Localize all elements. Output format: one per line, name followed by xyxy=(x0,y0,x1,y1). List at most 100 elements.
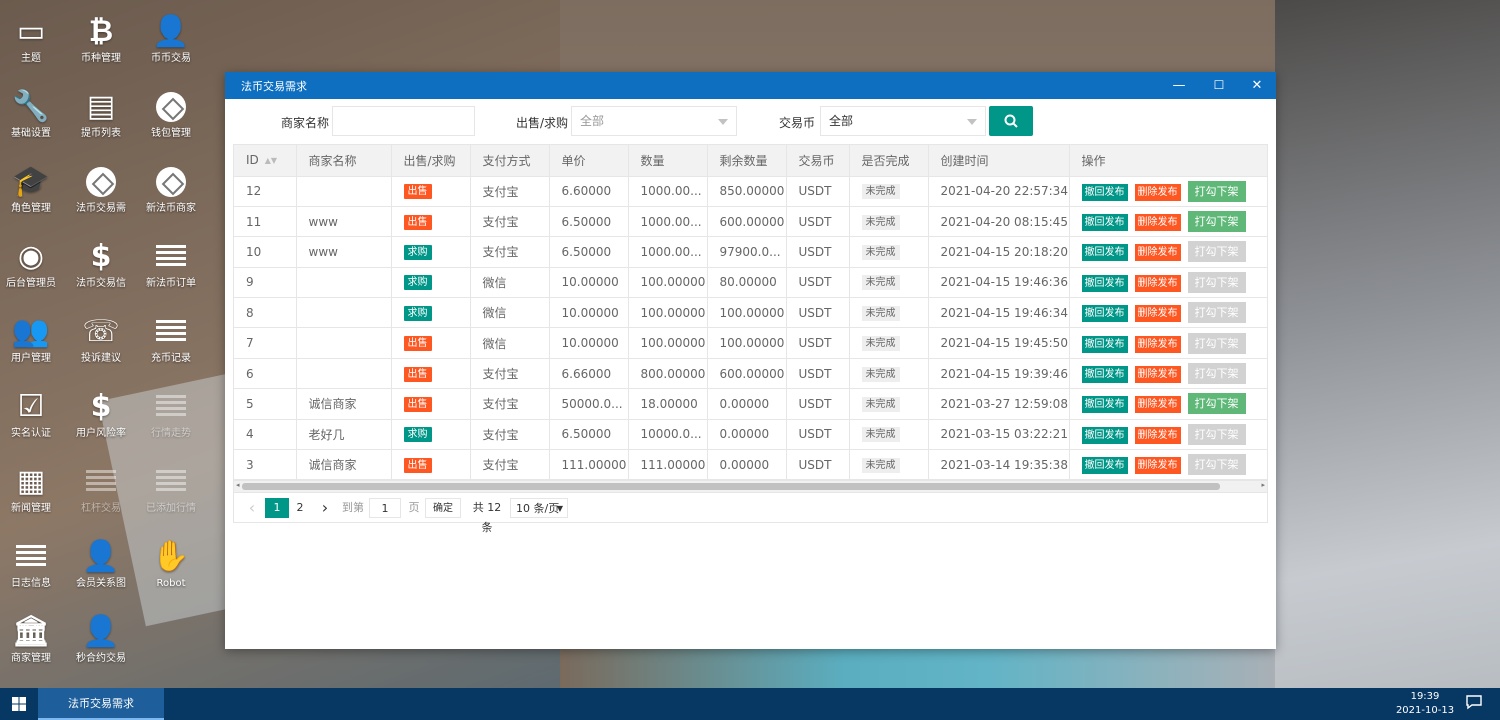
delete-button[interactable]: 删除发布 xyxy=(1134,305,1181,323)
withdraw-button[interactable]: 撤回发布 xyxy=(1081,183,1128,201)
table-cell-remain: 100.00000 xyxy=(707,327,787,359)
withdraw-button[interactable]: 撤回发布 xyxy=(1081,214,1128,232)
toggle-offline-button[interactable]: 打勾下架 xyxy=(1187,180,1246,202)
desktop-icon[interactable]: $ 法币交易信 xyxy=(66,237,136,291)
withdraw-button[interactable]: 撤回发布 xyxy=(1081,366,1128,384)
search-button[interactable] xyxy=(989,106,1033,136)
table-row: 9 求购 微信 10.00000 100.00000 80.00000 USDT 未完成 202… xyxy=(234,267,1267,299)
withdraw-button[interactable]: 撤回发布 xyxy=(1081,244,1128,262)
merchant-input[interactable] xyxy=(332,106,475,136)
cell-text: 2021-04-20 22:57:34 xyxy=(940,184,1068,199)
desktop-icon[interactable]: 👤 币币交易 xyxy=(136,12,206,66)
column-header[interactable]: ID ▲▼ xyxy=(234,145,297,177)
desktop-icon[interactable]: $ 用户风险率 xyxy=(66,387,136,441)
desktop-icon[interactable]: 日志信息 xyxy=(0,537,66,591)
toggle-offline-button[interactable]: 打勾下架 xyxy=(1187,363,1246,385)
withdraw-button[interactable]: 撤回发布 xyxy=(1081,426,1128,444)
desktop-icon-label: 法币交易信 xyxy=(76,278,126,289)
desktop-icon[interactable]: ▭ 主题 xyxy=(0,12,66,66)
search-icon xyxy=(1004,114,1018,128)
delete-button[interactable]: 删除发布 xyxy=(1134,244,1181,262)
confirm-button[interactable]: 确定 xyxy=(425,498,461,518)
toggle-offline-button[interactable]: 打勾下架 xyxy=(1187,271,1246,293)
toggle-offline-button[interactable]: 打勾下架 xyxy=(1187,211,1246,233)
next-page-button[interactable]: › xyxy=(315,498,335,518)
desktop-icon[interactable]: 行情走势 xyxy=(136,387,206,441)
desktop-icon[interactable]: 法币交易需 xyxy=(66,162,136,216)
desktop-icon[interactable]: ✋ Robot xyxy=(136,537,206,591)
desktop-icon[interactable]: 👤 秒合约交易 xyxy=(66,612,136,666)
withdraw-button[interactable]: 撤回发布 xyxy=(1081,305,1128,323)
desktop-icon[interactable]: 🔧 基础设置 xyxy=(0,87,66,141)
desktop-icon[interactable]: ☏ 投诉建议 xyxy=(66,312,136,366)
prev-page-button[interactable]: ‹ xyxy=(242,498,262,518)
toggle-offline-button[interactable]: 打勾下架 xyxy=(1187,241,1246,263)
cell-text: USDT xyxy=(798,214,832,229)
type-badge: 出售 xyxy=(403,457,432,473)
delete-button[interactable]: 删除发布 xyxy=(1134,335,1181,353)
desktop-icon[interactable]: 新法币订单 xyxy=(136,237,206,291)
list-icon xyxy=(66,462,136,502)
desktop-icon[interactable]: 👥 用户管理 xyxy=(0,312,66,366)
table-cell-merchant: 诚信商家 xyxy=(296,449,392,480)
table-cell-id: 4 xyxy=(234,419,297,451)
cell-text: 支付宝 xyxy=(482,367,519,382)
scroll-right-icon[interactable]: ▸ xyxy=(1261,481,1265,489)
toggle-offline-button[interactable]: 打勾下架 xyxy=(1187,332,1246,354)
desktop-icon[interactable]: 新法币商家 xyxy=(136,162,206,216)
window-titlebar[interactable]: 法币交易需求 — ☐ ✕ xyxy=(225,72,1276,99)
desktop-icon[interactable]: 已添加行情 xyxy=(136,462,206,516)
withdraw-button[interactable]: 撤回发布 xyxy=(1081,274,1128,292)
desktop-icon-label: 行情走势 xyxy=(151,428,191,439)
page-size-select[interactable]: 10 条/页 ▼ xyxy=(510,498,568,518)
scrollbar-thumb[interactable] xyxy=(242,483,1220,490)
type-select[interactable]: 全部 xyxy=(571,106,737,136)
sort-icon[interactable]: ▲▼ xyxy=(265,156,277,165)
desktop-icon[interactable]: 钱包管理 xyxy=(136,87,206,141)
delete-button[interactable]: 删除发布 xyxy=(1134,274,1181,292)
desktop-icon[interactable]: ▤ 提币列表 xyxy=(66,87,136,141)
desktop-icon[interactable]: ◉ 后台管理员 xyxy=(0,237,66,291)
cell-text: USDT xyxy=(798,305,832,320)
cell-text: 支付宝 xyxy=(482,427,519,442)
withdraw-button[interactable]: 撤回发布 xyxy=(1081,335,1128,353)
page-2-button[interactable]: 2 xyxy=(289,498,311,518)
maximize-button[interactable]: ☐ xyxy=(1200,72,1238,99)
window-title: 法币交易需求 xyxy=(241,79,307,93)
delete-button[interactable]: 删除发布 xyxy=(1134,396,1181,414)
toggle-offline-button[interactable]: 打勾下架 xyxy=(1187,302,1246,324)
goto-page-input[interactable]: 1 xyxy=(369,498,401,518)
notification-icon[interactable] xyxy=(1462,694,1486,714)
desktop-icon[interactable]: ☑ 实名认证 xyxy=(0,387,66,441)
delete-button[interactable]: 删除发布 xyxy=(1134,366,1181,384)
coin-select[interactable]: 全部 xyxy=(820,106,986,136)
graduation-cap-icon: 🎓 xyxy=(12,164,50,199)
toggle-offline-button[interactable]: 打勾下架 xyxy=(1187,423,1246,445)
cell-text: 支付宝 xyxy=(482,458,519,473)
delete-button[interactable]: 删除发布 xyxy=(1134,183,1181,201)
desktop-icon[interactable]: ▦ 新闻管理 xyxy=(0,462,66,516)
withdraw-button[interactable]: 撤回发布 xyxy=(1081,457,1128,475)
delete-button[interactable]: 删除发布 xyxy=(1134,426,1181,444)
desktop-icon-label: 新法币订单 xyxy=(146,278,196,289)
toggle-offline-button[interactable]: 打勾下架 xyxy=(1187,393,1246,415)
desktop-icon[interactable]: 👤 会员关系图 xyxy=(66,537,136,591)
page-1-button[interactable]: 1 xyxy=(265,498,289,518)
horizontal-scrollbar[interactable]: ◂ ▸ xyxy=(233,481,1268,493)
delete-button[interactable]: 删除发布 xyxy=(1134,457,1181,475)
desktop-icon[interactable]: ₿ 币种管理 xyxy=(66,12,136,66)
scroll-left-icon[interactable]: ◂ xyxy=(236,481,240,489)
minimize-button[interactable]: — xyxy=(1160,72,1198,99)
close-button[interactable]: ✕ xyxy=(1238,72,1276,99)
taskbar-app-item[interactable]: 法币交易需求 xyxy=(38,688,164,720)
clock-time: 19:39 xyxy=(1410,691,1440,702)
toggle-offline-button[interactable]: 打勾下架 xyxy=(1187,454,1246,476)
desktop-icon[interactable]: 充币记录 xyxy=(136,312,206,366)
dollar-icon: $ xyxy=(90,389,112,424)
desktop-icon[interactable]: 🏛 商家管理 xyxy=(0,612,66,666)
desktop-icon[interactable]: 🎓 角色管理 xyxy=(0,162,66,216)
desktop-icon[interactable]: 杠杆交易 xyxy=(66,462,136,516)
delete-button[interactable]: 删除发布 xyxy=(1134,214,1181,232)
withdraw-button[interactable]: 撤回发布 xyxy=(1081,396,1128,414)
start-button[interactable] xyxy=(0,688,38,720)
